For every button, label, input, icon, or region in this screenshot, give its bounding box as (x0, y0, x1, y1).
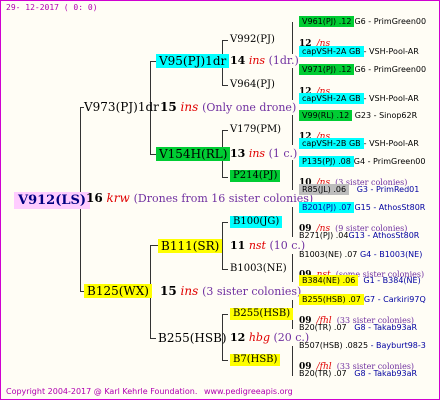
gen2-num-4: 12 (230, 331, 246, 344)
gen4-src-3: - VSH-Pool-AR (363, 47, 419, 56)
root-note: (Drones from 16 sister colonies) (133, 192, 314, 205)
gen4-src-16: G4 - B1003(NE) (359, 250, 423, 259)
gen2-queen-4[interactable]: B255(HSB) (158, 332, 227, 344)
footer: Copyright 2004-2017 @ Karl Kehrle Founda… (6, 388, 293, 396)
sire-queen[interactable]: V973(PJ)1dr (84, 101, 159, 113)
gen4-row-7[interactable]: V99(RL) .12 G23 - Sinop62R (299, 110, 418, 121)
gen4-src-24: G8 - Takab93aR (354, 369, 418, 378)
gen4-name-9: capVSH-2B GB (299, 138, 364, 149)
gen4-row-10[interactable]: P135(PJ) .08 G4 - PrimGreen00 (299, 156, 426, 167)
gen2-class-2: ins (248, 147, 266, 160)
gen2-class-1: ins (248, 54, 266, 67)
gen4-name-3: capVSH-2A GB (299, 46, 364, 57)
gen4-src-12: G3 - PrimRed01 (356, 185, 420, 194)
gen3-queen-7[interactable]: B255(HSB) (230, 308, 294, 320)
gen2-mating-2: 13 ins (1 c.) (230, 148, 297, 159)
gen4-src-22: - Bayburt98-3 (370, 341, 426, 350)
gen3-queen-8[interactable]: B7(HSB) (230, 354, 281, 366)
copyright-text: Copyright 2004-2017 @ Karl Kehrle Founda… (6, 387, 198, 396)
root-num: 16 (86, 191, 103, 205)
gen4-name-21: B20(TR) .07 (299, 323, 347, 332)
gen3-queen-6[interactable]: B1003(NE) (230, 264, 287, 274)
root-class: krw (106, 191, 130, 205)
gen4-row-3[interactable]: capVSH-2A GB - VSH-Pool-AR (299, 46, 419, 57)
gen2-note-2: (1 c.) (268, 147, 298, 160)
gen2-queen-3[interactable]: B111(SR) (158, 239, 223, 253)
gen4-row-24[interactable]: B20(TR) .07 G8 - Takab93aR (299, 370, 417, 378)
gen4-src-6: - VSH-Pool-AR (363, 94, 419, 103)
gen4-name-12: R85(JL) .06 (299, 184, 350, 195)
gen2-queen-2[interactable]: V154H(RL) (156, 147, 231, 161)
gen2-mating-4: 12 hbg (20 c.) (230, 332, 309, 343)
gen2-note-1: (1dr.) (268, 54, 299, 67)
gen3-queen-3[interactable]: V179(PM) (230, 125, 281, 135)
gen4-name-13: B201(PJ) .07 (299, 202, 355, 213)
gen4-name-24: B20(TR) .07 (299, 369, 347, 378)
gen4-row-19[interactable]: B255(HSB) .07 G7 - Carkiri97Q (299, 294, 426, 305)
gen4-row-4[interactable]: V971(PJ) .12 G6 - PrimGreen00 (299, 64, 427, 75)
site-link[interactable]: www.pedigreeapis.org (204, 387, 293, 396)
root-queen[interactable]: V912(LS) (14, 192, 91, 209)
gen4-name-18: B384(NE) .06 (299, 275, 359, 286)
gen4-name-15: B271(PJ) .04 (299, 231, 349, 240)
gen4-src-13: G15 - AthosSt80R (354, 203, 426, 212)
sire-mating: 15 ins (Only one drone) (160, 101, 296, 113)
gen4-row-21[interactable]: B20(TR) .07 G8 - Takab93aR (299, 324, 417, 332)
gen2-class-3: nst (248, 239, 266, 252)
gen4-src-10: G4 - PrimGreen00 (353, 157, 426, 166)
gen3-queen-5[interactable]: B100(JG) (230, 216, 283, 228)
gen4-src-21: G8 - Takab93aR (354, 323, 418, 332)
gen4-name-19: B255(HSB) .07 (299, 294, 364, 305)
date-header: 29- 12-2017 ( 0: 0) (6, 3, 98, 12)
gen3-queen-2[interactable]: V964(PJ) (230, 80, 275, 90)
gen4-row-12[interactable]: R85(JL) .06 G3 - PrimRed01 (299, 184, 420, 195)
gen2-mating-1: 14 ins (1dr.) (230, 55, 299, 66)
dam-queen[interactable]: B125(WX) (84, 284, 152, 298)
root-mating: 16 krw (Drones from 16 sister colonies) (86, 192, 313, 204)
sire-num: 15 (160, 100, 177, 114)
gen4-name-16: B1003(NE) .07 (299, 250, 358, 259)
gen4-name-1: V961(PJ) .12 (299, 16, 355, 27)
gen2-class-4: hbg (248, 331, 270, 344)
gen4-name-22: B507(HSB) .0825 (299, 341, 369, 350)
gen4-row-15[interactable]: B271(PJ) .04G13 - AthosSt80R (299, 232, 419, 240)
gen4-name-6: capVSH-2A GB (299, 93, 364, 104)
dam-num: 15 (160, 284, 177, 298)
dam-note: (3 sister colonies) (202, 285, 302, 298)
gen4-row-9[interactable]: capVSH-2B GB - VSH-Pool-AR (299, 138, 419, 149)
gen4-name-10: P135(PJ) .08 (299, 156, 354, 167)
gen4-row-16[interactable]: B1003(NE) .07 G4 - B1003(NE) (299, 251, 422, 259)
gen4-row-13[interactable]: B201(PJ) .07 G15 - AthosSt80R (299, 202, 426, 213)
sire-note: (Only one drone) (202, 101, 297, 114)
gen4-name-7: V99(RL) .12 (299, 110, 353, 121)
gen3-queen-4[interactable]: P214(PJ) (230, 170, 281, 182)
gen4-src-18: G1 - B384(NE) (363, 276, 421, 285)
gen4-row-6[interactable]: capVSH-2A GB - VSH-Pool-AR (299, 93, 419, 104)
gen4-src-1: G6 - PrimGreen00 (354, 17, 427, 26)
gen2-num-1: 14 (230, 54, 246, 67)
gen2-queen-1[interactable]: V95(PJ)1dr (156, 54, 230, 68)
gen2-num-2: 13 (230, 147, 246, 160)
dam-mating: 15 ins (3 sister colonies) (160, 285, 301, 297)
gen4-row-18[interactable]: B384(NE) .06 G1 - B384(NE) (299, 275, 421, 286)
gen4-src-9: - VSH-Pool-AR (363, 139, 419, 148)
gen2-num-3: 11 (230, 239, 246, 252)
gen3-queen-1[interactable]: V992(PJ) (230, 35, 275, 45)
gen4-name-4: V971(PJ) .12 (299, 64, 355, 75)
gen4-row-22[interactable]: B507(HSB) .0825 - Bayburt98-3 (299, 342, 426, 350)
gen4-src-7: G23 - Sinop62R (354, 111, 418, 120)
gen4-src-15: G13 - AthosSt80R (348, 231, 420, 240)
dam-class: ins (180, 284, 199, 298)
sire-class: ins (180, 100, 199, 114)
gen2-mating-3: 11 nst (10 c.) (230, 240, 305, 251)
gen4-src-19: G7 - Carkiri97Q (363, 295, 426, 304)
gen4-row-1[interactable]: V961(PJ) .12 G6 - PrimGreen00 (299, 16, 427, 27)
gen4-src-4: G6 - PrimGreen00 (354, 65, 427, 74)
